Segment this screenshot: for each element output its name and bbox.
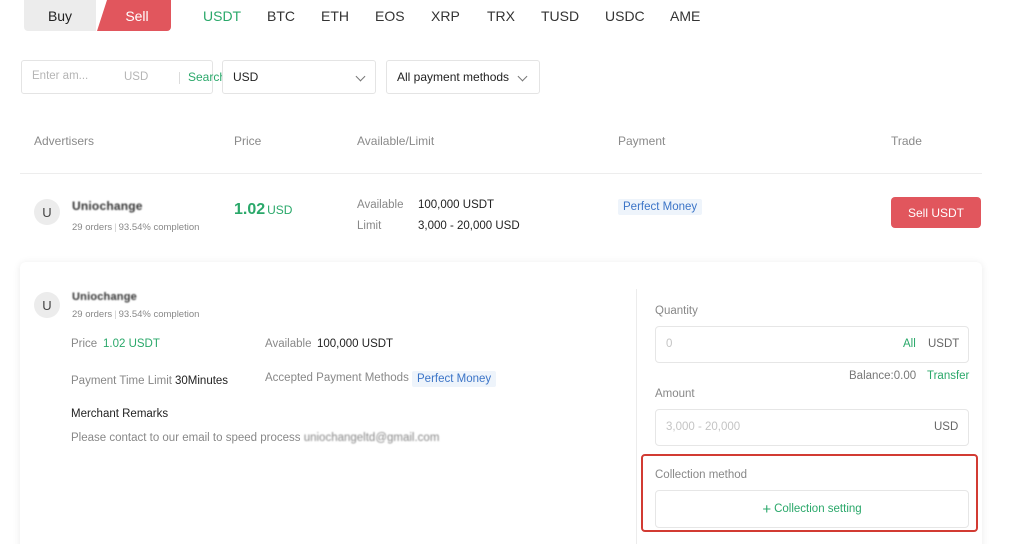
coin-tab-btc[interactable]: BTC [267, 8, 295, 24]
coin-tab-eth[interactable]: ETH [321, 8, 349, 24]
plus-icon: + [762, 500, 772, 518]
amount-input[interactable] [32, 70, 114, 82]
orders-count: 29 orders [72, 222, 113, 233]
collection-method-label: Collection method [655, 469, 748, 481]
chevron-down-icon [517, 71, 528, 82]
coin-tab-ame[interactable]: AME [670, 8, 700, 24]
chevron-down-icon [355, 71, 366, 82]
detail-available-label: Available [265, 338, 312, 350]
remarks-text: Please contact to our email to speed pro… [71, 432, 301, 444]
payment-time-limit-value: 30Minutes [175, 375, 229, 387]
amount-filter: USD Search [21, 60, 226, 94]
available-label: Available [357, 199, 404, 211]
amount-label: Amount [655, 388, 695, 400]
buy-tab[interactable]: Buy [24, 0, 96, 31]
payment-time-limit-label: Payment Time Limit [71, 375, 172, 387]
sell-tab[interactable]: Sell [97, 0, 171, 31]
column-header-trade: Trade [891, 134, 922, 148]
payment-method-badge: Perfect Money [618, 199, 703, 215]
coin-tab-usdt[interactable]: USDT [203, 8, 241, 24]
currency-select-value: USD [233, 70, 259, 84]
detail-merchant-stats: 29 orders | 93.54% completion [72, 309, 200, 320]
coin-tab-trx[interactable]: TRX [487, 8, 515, 24]
orders-count: 29 orders [72, 309, 113, 320]
amount-unit-label: USD [124, 71, 149, 83]
column-header-price: Price [234, 134, 262, 148]
listing-price: 1.02 USD [234, 201, 292, 219]
coin-tab-xrp[interactable]: XRP [431, 8, 460, 24]
price-value: 1.02 [234, 201, 266, 218]
amount-divider [179, 72, 180, 84]
currency-select[interactable]: USD [222, 60, 376, 94]
merchant-stats: 29 orders | 93.54% completion [72, 222, 200, 233]
collection-setting-label: Collection setting [774, 503, 862, 515]
payment-method-select[interactable]: All payment methods [386, 60, 540, 94]
limit-value: 3,000 - 20,000 USD [418, 220, 520, 232]
balance-text: Balance:0.00 [849, 370, 917, 382]
sell-usdt-button[interactable]: Sell USDT [891, 197, 981, 228]
avatar: U [34, 199, 60, 225]
amount-field: USD [655, 409, 969, 446]
merchant-remarks-title: Merchant Remarks [71, 408, 169, 420]
coin-tab-usdc[interactable]: USDC [605, 8, 645, 24]
quantity-unit: USDT [928, 338, 960, 350]
limit-label: Limit [357, 220, 382, 232]
detail-merchant-name: Uniochange [72, 291, 137, 303]
header-divider [20, 173, 982, 174]
column-header-advertisers: Advertisers [34, 134, 95, 148]
avatar: U [34, 292, 60, 318]
coin-tab-tusd[interactable]: TUSD [541, 8, 579, 24]
quantity-field: All USDT [655, 326, 969, 363]
price-currency: USD [267, 203, 293, 217]
detail-price-label: Price [71, 338, 98, 350]
payment-method-select-value: All payment methods [397, 70, 510, 84]
completion-rate: 93.54% completion [118, 222, 200, 233]
merchant-name[interactable]: Uniochange [72, 199, 143, 213]
all-button[interactable]: All [903, 338, 916, 350]
coin-tab-eos[interactable]: EOS [375, 8, 405, 24]
collection-setting-button[interactable]: + Collection setting [655, 490, 969, 528]
available-value: 100,000 USDT [418, 199, 495, 211]
merchant-remarks-text: Please contact to our email to speed pro… [71, 432, 439, 444]
remarks-email: uniochangeltd@gmail.com [303, 432, 440, 444]
detail-price-value: 1.02 USDT [103, 338, 160, 350]
accepted-methods-label: Accepted Payment Methods [265, 372, 409, 384]
search-button[interactable]: Search [188, 70, 226, 84]
quantity-label: Quantity [655, 305, 698, 317]
quantity-input[interactable] [666, 338, 856, 350]
column-header-payment: Payment [618, 134, 666, 148]
amount-unit: USD [934, 421, 959, 433]
column-header-available-limit: Available/Limit [357, 134, 435, 148]
completion-rate: 93.54% completion [118, 309, 200, 320]
amount-input[interactable] [666, 421, 856, 433]
accepted-method-badge: Perfect Money [412, 371, 497, 387]
transfer-link[interactable]: Transfer [927, 370, 969, 382]
detail-available-value: 100,000 USDT [317, 338, 394, 350]
panel-divider [636, 289, 637, 544]
